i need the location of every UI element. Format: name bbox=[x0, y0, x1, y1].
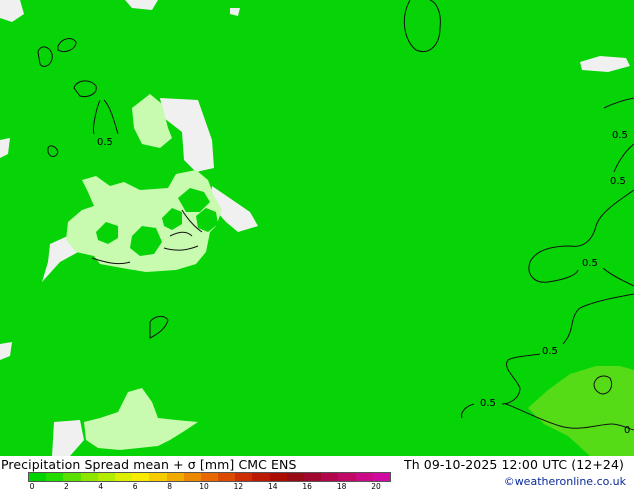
precipitation-map: 0.5 0.5 0.5 0.5 0.5 0.5 0 bbox=[0, 0, 634, 456]
contour-label: 0.5 bbox=[97, 137, 113, 148]
color-scale-swatch bbox=[235, 473, 253, 481]
contour-label: 0.5 bbox=[582, 258, 598, 269]
contour-label: 0.5 bbox=[612, 130, 628, 141]
color-scale bbox=[28, 472, 391, 482]
color-scale-swatch bbox=[132, 473, 150, 481]
contour-label: 0 bbox=[624, 425, 630, 436]
color-scale-swatch bbox=[46, 473, 64, 481]
color-scale-swatch bbox=[80, 473, 98, 481]
color-scale-swatch bbox=[372, 473, 390, 481]
contour-label: 0.5 bbox=[480, 398, 496, 409]
color-scale-swatch bbox=[183, 473, 201, 481]
color-scale-swatch bbox=[97, 473, 115, 481]
color-scale-swatch bbox=[29, 473, 47, 481]
color-scale-swatch bbox=[304, 473, 322, 481]
color-scale-swatch bbox=[63, 473, 81, 481]
color-scale-swatch bbox=[269, 473, 287, 481]
color-scale-swatch bbox=[149, 473, 167, 481]
color-scale-swatch bbox=[114, 473, 133, 481]
color-scale-swatch bbox=[200, 473, 219, 481]
contour-label: 0.5 bbox=[542, 346, 558, 357]
color-scale-swatch bbox=[355, 473, 373, 481]
color-scale-swatch bbox=[321, 473, 339, 481]
map-title: Precipitation Spread mean + σ [mm] CMC E… bbox=[1, 457, 297, 472]
map-datetime: Th 09-10-2025 12:00 UTC (12+24) bbox=[403, 457, 624, 472]
color-scale-swatch bbox=[166, 473, 184, 481]
credit-link[interactable]: ©weatheronline.co.uk bbox=[504, 475, 626, 488]
footer: Precipitation Spread mean + σ [mm] CMC E… bbox=[0, 456, 634, 491]
color-scale-swatch bbox=[252, 473, 270, 481]
color-scale-swatch bbox=[218, 473, 236, 481]
color-scale-swatch bbox=[286, 473, 304, 481]
contour-label: 0.5 bbox=[610, 176, 626, 187]
color-scale-swatch bbox=[338, 473, 356, 481]
